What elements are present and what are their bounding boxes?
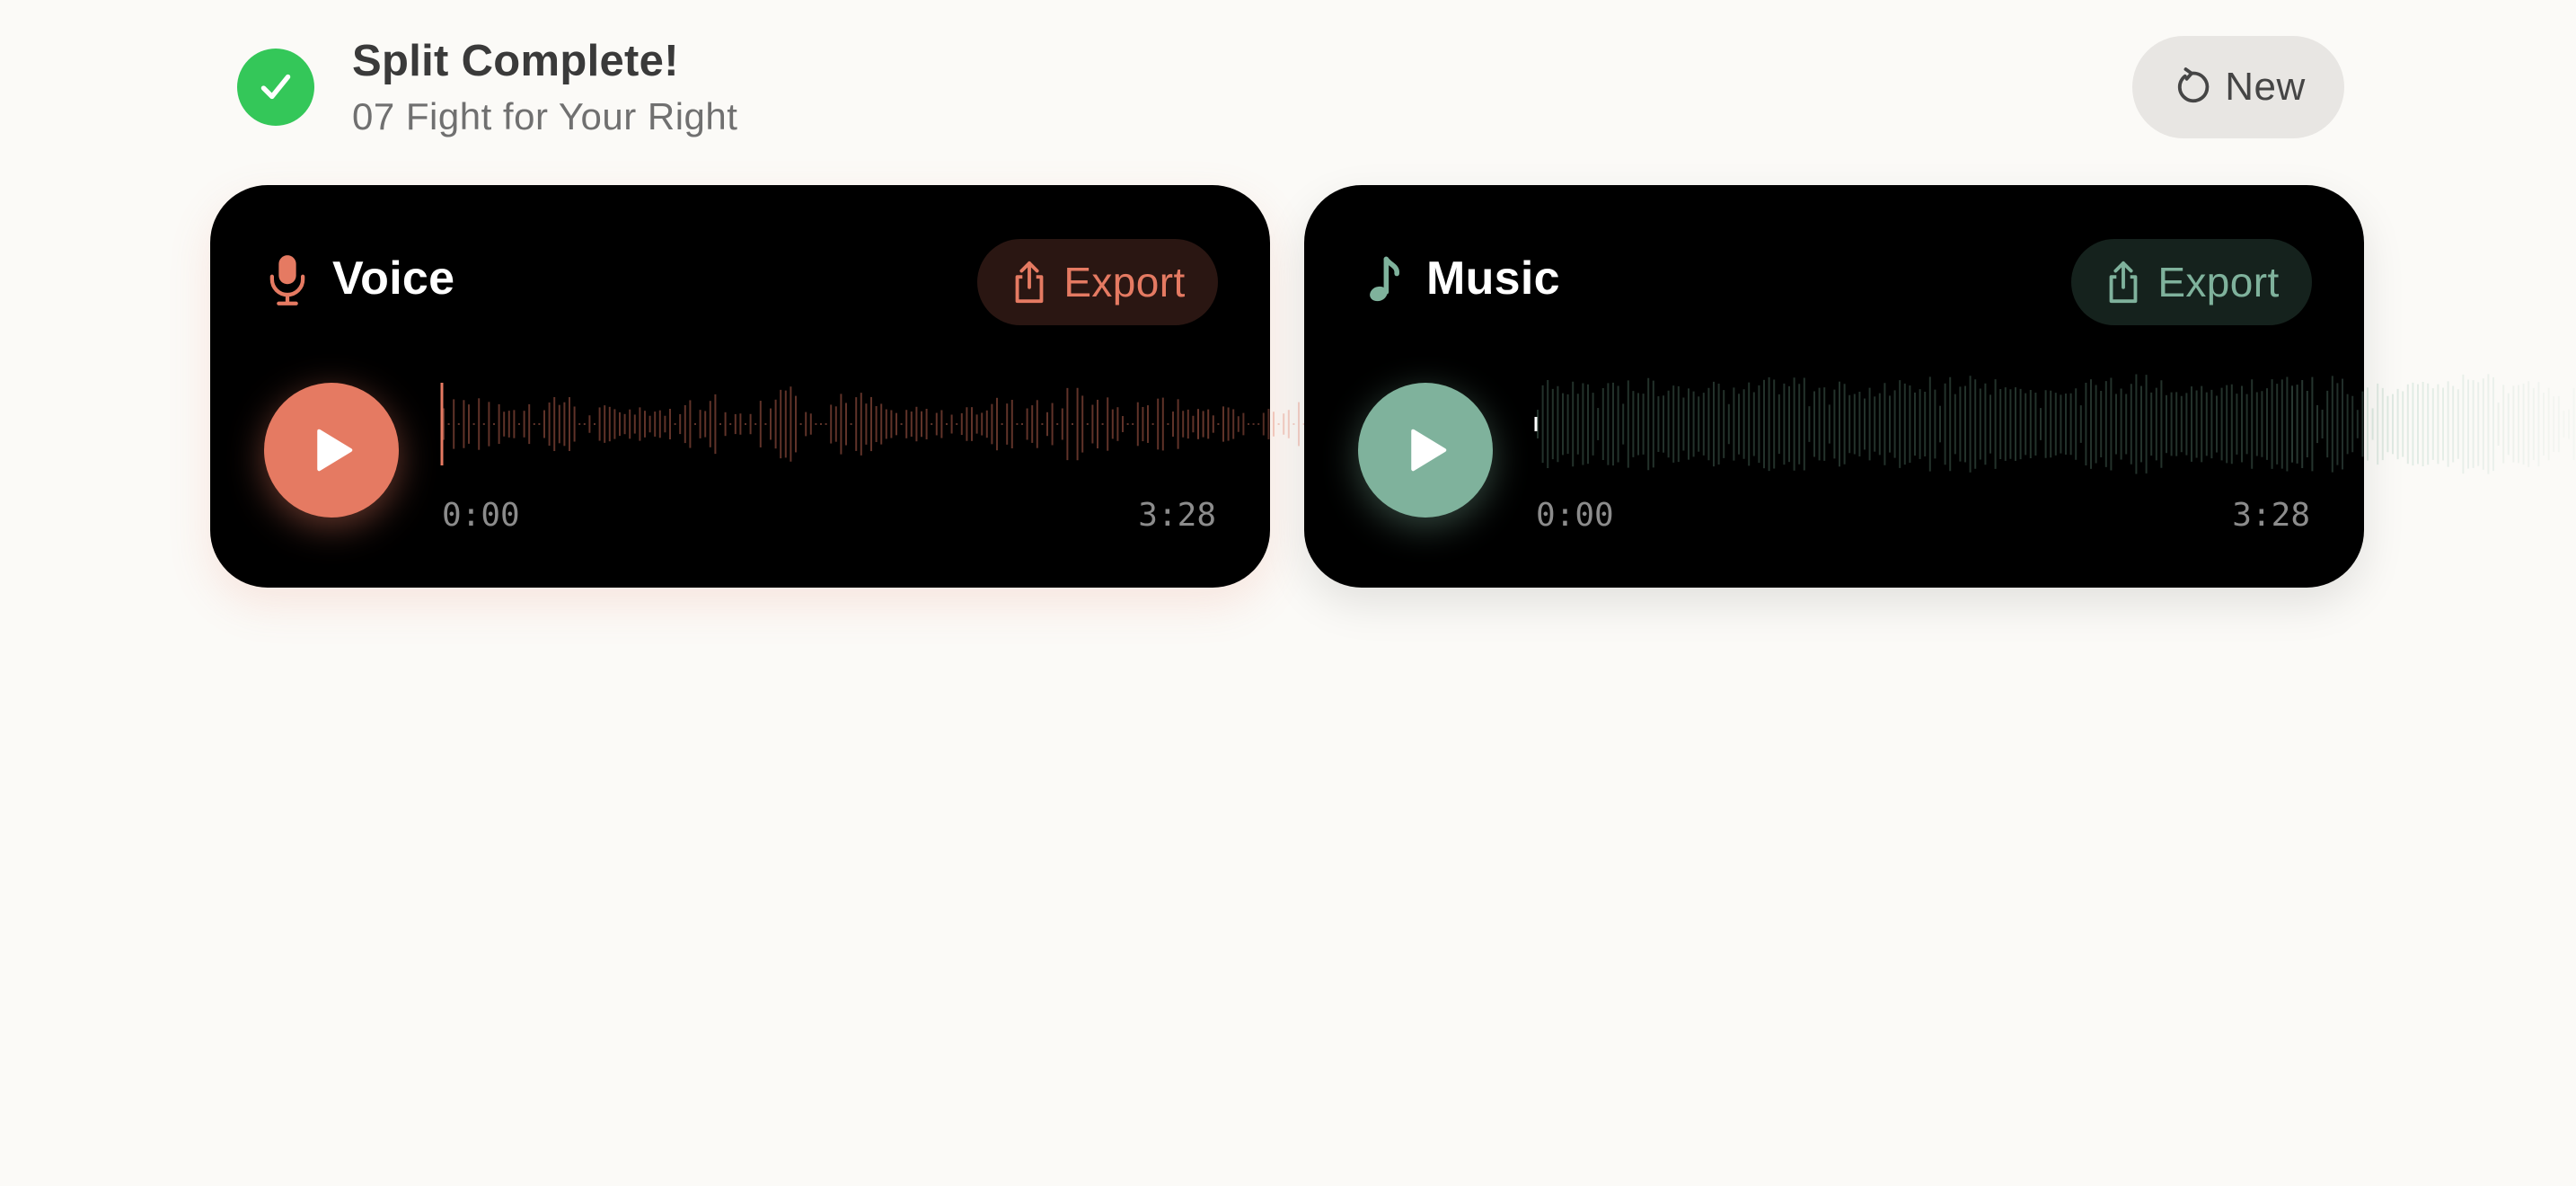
play-icon xyxy=(1411,429,1447,472)
voice-current-time: 0:00 xyxy=(442,497,520,534)
play-icon xyxy=(317,429,353,472)
music-note-icon xyxy=(1370,256,1399,302)
music-total-time: 3:28 xyxy=(2232,497,2310,534)
voice-track-card: Voice Export 0:00 3:28 xyxy=(210,185,1501,588)
music-export-button[interactable]: Export xyxy=(2071,239,2312,325)
results-header: Split Complete! 07 Fight for Your Right … xyxy=(0,0,2576,171)
track-name: 07 Fight for Your Right xyxy=(352,95,738,137)
voice-export-button[interactable]: Export xyxy=(977,239,1218,325)
share-icon xyxy=(1015,261,1044,304)
voice-total-time: 3:28 xyxy=(1138,497,1216,534)
page-title: Split Complete! xyxy=(352,37,679,85)
refresh-icon xyxy=(2178,67,2210,103)
voice-play-button[interactable] xyxy=(264,383,399,518)
music-track-card: Music Export 0:00 3:28 xyxy=(1304,185,2575,588)
voice-export-label: Export xyxy=(1063,259,1186,305)
music-export-label: Export xyxy=(2157,259,2280,305)
music-track-label: Music xyxy=(1426,252,1560,305)
success-check-icon xyxy=(237,49,314,126)
music-current-time: 0:00 xyxy=(1536,497,1614,534)
voice-track-label: Voice xyxy=(332,252,455,305)
music-waveform[interactable] xyxy=(1534,365,2576,482)
new-button-label: New xyxy=(2225,65,2306,109)
microphone-icon xyxy=(269,255,305,305)
new-button[interactable]: New xyxy=(2132,36,2344,138)
share-icon xyxy=(2109,261,2138,304)
music-play-button[interactable] xyxy=(1358,383,1493,518)
